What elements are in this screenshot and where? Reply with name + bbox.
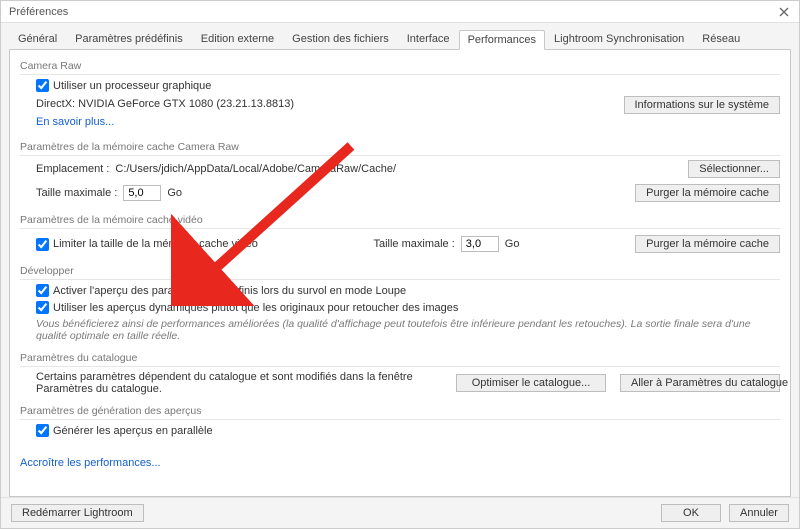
restart-lightroom-button[interactable]: Redémarrer Lightroom	[11, 504, 144, 522]
choose-cache-button[interactable]: Sélectionner...	[688, 160, 780, 178]
tab-performance[interactable]: Performances	[459, 30, 545, 50]
preview-presets-checkbox[interactable]: Activer l'aperçu des paramètres prédéfin…	[36, 284, 780, 297]
develop-note: Vous bénéficierez ainsi de performances …	[36, 318, 780, 342]
titlebar: Préférences	[1, 1, 799, 23]
catalog-note: Certains paramètres dépendent du catalog…	[36, 371, 442, 395]
group-camera-raw: Utiliser un processeur graphique DirectX…	[20, 74, 780, 137]
tab-file-handling[interactable]: Gestion des fichiers	[283, 29, 398, 49]
gpu-info-text: DirectX: NVIDIA GeForce GTX 1080 (23.21.…	[36, 98, 294, 110]
learn-more-link[interactable]: En savoir plus...	[36, 116, 114, 128]
purge-raw-cache-button[interactable]: Purger la mémoire cache	[635, 184, 780, 202]
limit-video-cache-label: Limiter la taille de la mémoire cache vi…	[53, 238, 258, 250]
system-info-button[interactable]: Informations sur le système	[624, 96, 781, 114]
optimize-catalog-button[interactable]: Optimiser le catalogue...	[456, 374, 606, 392]
group-title-preview-gen: Paramètres de génération des aperçus	[20, 405, 780, 417]
tab-presets[interactable]: Paramètres prédéfinis	[66, 29, 192, 49]
preferences-window: Préférences Général Paramètres prédéfini…	[0, 0, 800, 529]
footer: Redémarrer Lightroom OK Annuler	[1, 497, 799, 528]
ok-button[interactable]: OK	[661, 504, 721, 522]
group-develop: Activer l'aperçu des paramètres prédéfin…	[20, 279, 780, 348]
tab-interface[interactable]: Interface	[398, 29, 459, 49]
cache-location-value: C:/Users/jdich/AppData/Local/Adobe/Camer…	[115, 163, 396, 175]
tab-general[interactable]: Général	[9, 29, 66, 49]
use-gpu-checkbox[interactable]: Utiliser un processeur graphique	[36, 79, 294, 92]
group-raw-cache: Emplacement : C:/Users/jdich/AppData/Loc…	[20, 155, 780, 210]
parallel-previews-input[interactable]	[36, 424, 49, 437]
raw-cache-unit: Go	[167, 187, 182, 199]
use-gpu-label: Utiliser un processeur graphique	[53, 80, 211, 92]
group-title-develop: Développer	[20, 265, 780, 277]
group-preview-gen: Générer les aperçus en parallèle	[20, 419, 780, 443]
parallel-previews-checkbox[interactable]: Générer les aperçus en parallèle	[36, 424, 780, 437]
tab-external-editing[interactable]: Edition externe	[192, 29, 283, 49]
preview-presets-label: Activer l'aperçu des paramètres prédéfin…	[53, 285, 406, 297]
group-title-camera-raw: Camera Raw	[20, 60, 780, 72]
preview-presets-input[interactable]	[36, 284, 49, 297]
tabs-bar: Général Paramètres prédéfinis Edition ex…	[1, 23, 799, 49]
group-title-raw-cache: Paramètres de la mémoire cache Camera Ra…	[20, 141, 780, 153]
cancel-button[interactable]: Annuler	[729, 504, 789, 522]
limit-video-cache-input[interactable]	[36, 238, 49, 251]
tab-lightroom-sync[interactable]: Lightroom Synchronisation	[545, 29, 693, 49]
performance-link[interactable]: Accroître les performances...	[20, 457, 161, 469]
video-cache-unit: Go	[505, 238, 520, 250]
smart-previews-checkbox[interactable]: Utiliser les aperçus dynamiques plutôt q…	[36, 301, 780, 314]
use-gpu-input[interactable]	[36, 79, 49, 92]
window-title: Préférences	[9, 6, 68, 18]
smart-previews-label: Utiliser les aperçus dynamiques plutôt q…	[53, 302, 458, 314]
raw-cache-maxsize-label: Taille maximale :	[36, 187, 117, 199]
limit-video-cache-checkbox[interactable]: Limiter la taille de la mémoire cache vi…	[36, 238, 258, 251]
go-catalog-settings-button[interactable]: Aller à Paramètres du catalogue	[620, 374, 780, 392]
purge-video-cache-button[interactable]: Purger la mémoire cache	[635, 235, 780, 253]
video-cache-maxsize-label: Taille maximale :	[373, 238, 454, 250]
smart-previews-input[interactable]	[36, 301, 49, 314]
content-panel: Camera Raw Utiliser un processeur graphi…	[9, 49, 791, 497]
group-title-video-cache: Paramètres de la mémoire cache vidéo	[20, 214, 780, 226]
group-catalog: Certains paramètres dépendent du catalog…	[20, 366, 780, 401]
tab-network[interactable]: Réseau	[693, 29, 749, 49]
group-title-catalog: Paramètres du catalogue	[20, 352, 780, 364]
parallel-previews-label: Générer les aperçus en parallèle	[53, 425, 213, 437]
raw-cache-maxsize-input[interactable]	[123, 185, 161, 201]
cache-location-label: Emplacement :	[36, 163, 109, 175]
video-cache-maxsize-input[interactable]	[461, 236, 499, 252]
group-video-cache: Limiter la taille de la mémoire cache vi…	[20, 228, 780, 261]
close-icon[interactable]	[775, 3, 793, 21]
